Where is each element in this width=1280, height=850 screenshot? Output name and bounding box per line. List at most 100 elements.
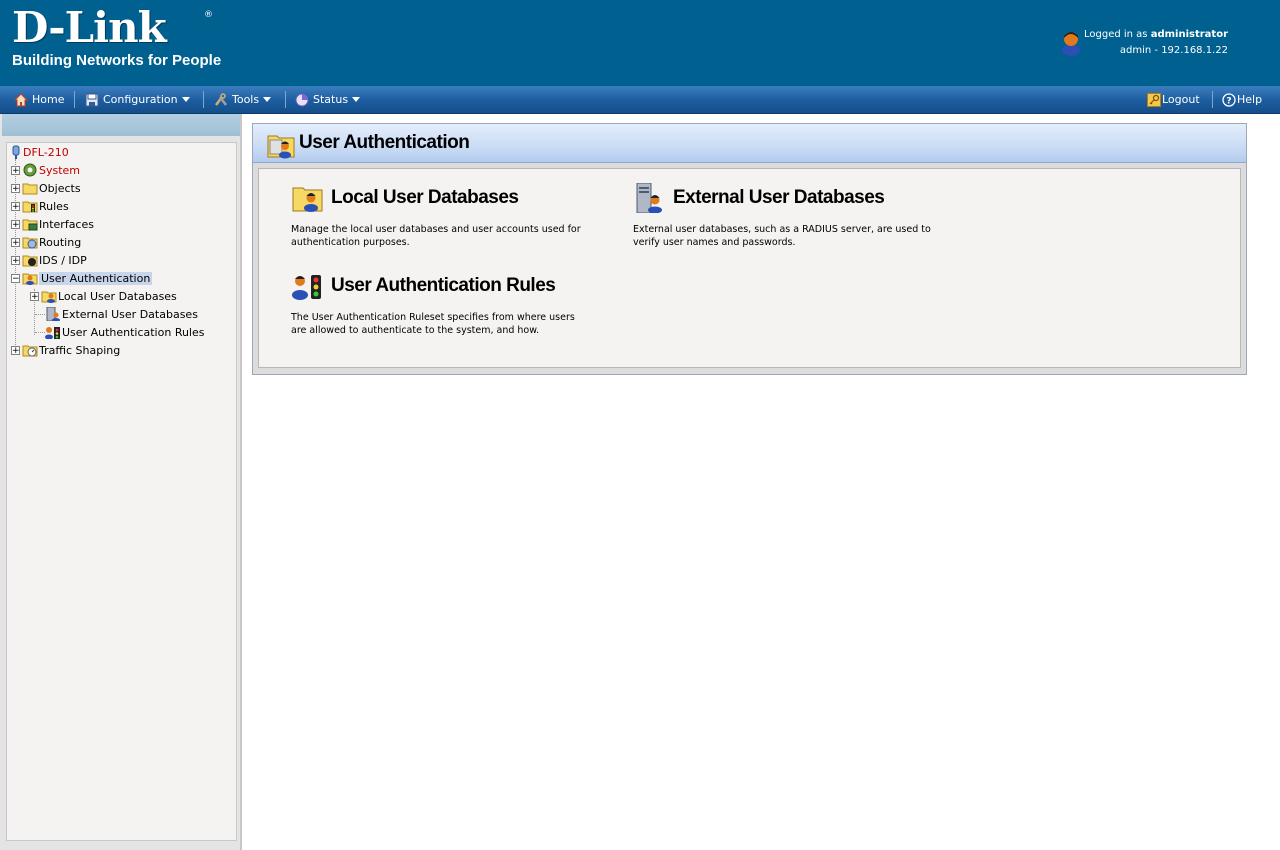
menu-configuration-label: Configuration	[103, 93, 178, 106]
tree-item-label: Interfaces	[39, 217, 94, 231]
tree-item-interfaces[interactable]: + Interfaces	[11, 216, 94, 232]
tree-item-label: Rules	[39, 199, 69, 213]
chevron-down-icon	[352, 97, 361, 102]
logo-wordmark: D-Link	[12, 3, 167, 52]
tree-item-label: User Authentication Rules	[62, 325, 205, 339]
ids-folder-icon	[22, 255, 38, 267]
menu-help[interactable]: ? Help	[1222, 86, 1262, 113]
card-description: External user databases, such as a RADIU…	[633, 224, 931, 248]
disk-icon	[85, 93, 99, 106]
server-user-icon	[46, 307, 60, 321]
user-auth-folder-icon	[267, 135, 295, 159]
tree-root-label: DFL-210	[23, 145, 69, 159]
tree-item-user-authentication-rules[interactable]: User Authentication Rules	[45, 324, 205, 340]
logged-in-prefix: Logged in as	[1084, 29, 1151, 40]
device-icon	[12, 145, 20, 159]
navigation-tree: DFL-210 + System + Objects + Rules + Int…	[6, 142, 237, 841]
tree-item-user-authentication[interactable]: − User Authentication	[11, 270, 153, 286]
expand-icon[interactable]: +	[11, 165, 20, 175]
user-info: Logged in as administrator admin - 192.1…	[1084, 27, 1228, 59]
menu-separator	[203, 91, 204, 108]
key-icon	[1147, 92, 1161, 107]
content-panel: User Authentication Local User Databases…	[252, 123, 1247, 375]
expand-icon[interactable]: +	[11, 237, 20, 247]
gear-icon	[23, 163, 37, 177]
dlink-logo: D-Link ® Building Networks for People	[12, 3, 222, 70]
tree-line	[35, 314, 45, 315]
menu-status-label: Status	[313, 93, 349, 106]
tools-icon	[215, 92, 227, 106]
expand-icon[interactable]: +	[11, 201, 20, 211]
help-icon: ?	[1222, 92, 1236, 107]
expand-icon[interactable]: +	[30, 291, 39, 301]
traffic-shaping-folder-icon	[22, 345, 38, 357]
local-db-folder-icon	[41, 291, 57, 303]
tree-item-label: System	[39, 163, 81, 177]
home-icon	[14, 92, 28, 106]
expand-icon[interactable]: +	[11, 183, 20, 193]
svg-text:?: ?	[1226, 96, 1231, 106]
panel-divider[interactable]	[240, 114, 242, 850]
tree-item-external-user-databases[interactable]: External User Databases	[45, 306, 198, 322]
card-description: The User Authentication Ruleset specifie…	[291, 312, 575, 336]
tree-item-label: User Authentication	[39, 271, 153, 285]
server-user-icon[interactable]	[633, 183, 667, 213]
tree-item-traffic-shaping[interactable]: + Traffic Shaping	[11, 342, 120, 358]
left-panel-header	[2, 114, 240, 136]
menu-home-label: Home	[32, 93, 65, 106]
interfaces-folder-icon	[22, 219, 38, 231]
chevron-down-icon	[181, 97, 190, 102]
tree-item-system[interactable]: + System	[11, 162, 80, 178]
menu-separator	[1212, 91, 1213, 108]
header: D-Link ® Building Networks for People Lo…	[0, 0, 1280, 86]
content-header: User Authentication	[253, 124, 1246, 163]
logo-registered-mark: ®	[204, 10, 213, 20]
tree-item-routing[interactable]: + Routing	[11, 234, 81, 250]
card-description: Manage the local user databases and user…	[291, 224, 581, 248]
logo-tagline: Building Networks for People	[12, 52, 222, 69]
content-body: Local User Databases Manage the local us…	[258, 168, 1241, 368]
card-title-link[interactable]: External User Databases	[673, 187, 885, 209]
expand-icon[interactable]: +	[11, 219, 20, 229]
tree-line	[35, 332, 45, 333]
menu-separator	[74, 91, 75, 108]
routing-folder-icon	[22, 237, 38, 249]
menu-status[interactable]: Status	[295, 86, 361, 113]
card-title-link[interactable]: User Authentication Rules	[331, 275, 556, 297]
tree-item-label: Routing	[39, 235, 82, 249]
tree-item-ids-idp[interactable]: + IDS / IDP	[11, 252, 87, 268]
menu-help-label: Help	[1237, 93, 1263, 106]
menu-tools-label: Tools	[232, 93, 260, 106]
users-rules-icon[interactable]	[291, 271, 325, 301]
card-title-link[interactable]: Local User Databases	[331, 187, 519, 209]
menubar: Home Configuration Tools Status Logout ?…	[0, 86, 1280, 114]
menu-home[interactable]: Home	[14, 86, 64, 113]
user-auth-folder-icon	[22, 273, 38, 285]
rules-folder-icon	[22, 201, 38, 213]
logged-in-user: administrator	[1150, 29, 1228, 40]
tree-item-rules[interactable]: + Rules	[11, 198, 69, 214]
tree-item-label: External User Databases	[62, 307, 198, 321]
tree-root[interactable]: DFL-210	[10, 144, 69, 160]
session-info: admin - 192.168.1.22	[1119, 45, 1228, 56]
menu-configuration[interactable]: Configuration	[85, 86, 190, 113]
menu-logout-label: Logout	[1162, 93, 1200, 106]
local-db-folder-icon[interactable]	[291, 183, 325, 213]
users-rules-icon	[45, 327, 60, 339]
status-icon	[295, 93, 309, 106]
tree-item-objects[interactable]: + Objects	[11, 180, 81, 196]
expand-icon[interactable]: +	[11, 255, 20, 265]
tree-item-local-user-databases[interactable]: + Local User Databases	[30, 288, 177, 304]
left-panel: DFL-210 + System + Objects + Rules + Int…	[0, 114, 242, 850]
expand-icon[interactable]: +	[11, 345, 20, 355]
menu-tools[interactable]: Tools	[214, 86, 272, 113]
user-icon	[1062, 32, 1080, 56]
tree-item-label: Objects	[39, 181, 81, 195]
tree-item-label: Local User Databases	[58, 289, 177, 303]
page-title: User Authentication	[299, 132, 470, 153]
collapse-icon[interactable]: −	[11, 273, 20, 283]
menu-logout[interactable]: Logout	[1147, 86, 1200, 113]
tree-item-label: IDS / IDP	[39, 253, 87, 267]
chevron-down-icon	[263, 97, 272, 102]
tree-item-label: Traffic Shaping	[39, 343, 121, 357]
